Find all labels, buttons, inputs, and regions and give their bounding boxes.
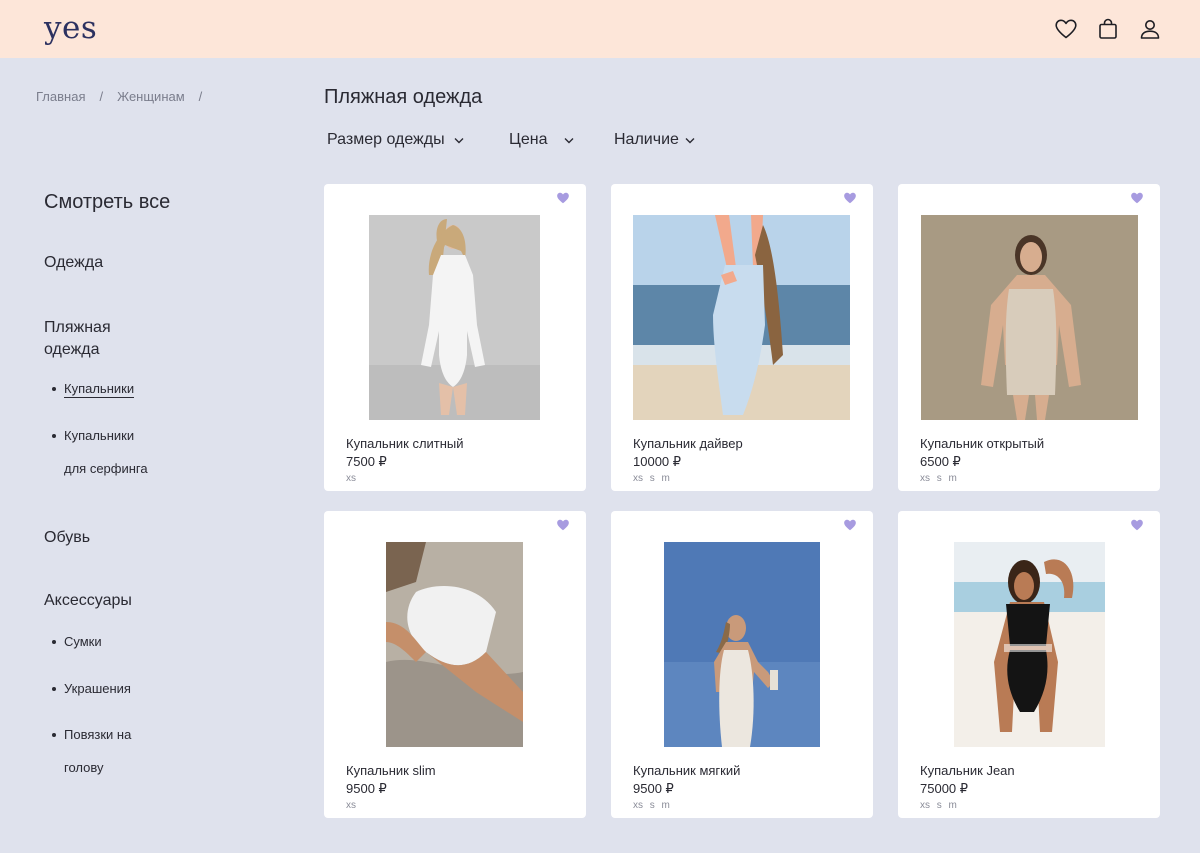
sidebar-subitem-headbands[interactable]: Повязки на голову [52,718,131,784]
sidebar-subitem-surf-line2: для серфинга [64,461,148,476]
product-card[interactable]: Купальник мягкий 9500 ₽ xs s m [611,511,873,818]
sidebar-item-beachwear-line2: одежда [44,341,100,358]
product-card[interactable]: Купальник Jean 75000 ₽ xs s m [898,511,1160,818]
sidebar-subitem-jewelry-label: Украшения [64,681,131,696]
favorite-heart-icon[interactable] [1130,191,1144,205]
product-price: 7500 ₽ [346,454,387,469]
product-photo[interactable] [664,542,820,747]
favorite-heart-icon[interactable] [843,191,857,205]
sidebar-item-beachwear[interactable]: Пляжная одежда [44,317,111,361]
product-name[interactable]: Купальник открытый [920,436,1044,451]
filter-price-label: Цена [509,131,548,148]
product-price: 9500 ₽ [346,781,387,796]
product-card[interactable]: Купальник открытый 6500 ₽ xs s m [898,184,1160,491]
product-photo[interactable] [369,215,540,420]
sidebar-subitem-surf-swimsuits[interactable]: Купальники для серфинга [52,419,148,485]
sidebar-subitem-bags[interactable]: Сумки [52,625,102,658]
product-sizes: xs [346,800,356,811]
product-sizes: xs [346,473,356,484]
product-price: 6500 ₽ [920,454,961,469]
breadcrumb-women[interactable]: Женщинам [117,89,185,104]
sidebar-item-view-all[interactable]: Смотреть все [44,191,170,214]
filter-availability[interactable]: Наличие [614,131,695,149]
filter-price[interactable]: Цена [509,131,614,149]
product-card[interactable]: Купальник дайвер 10000 ₽ xs s m [611,184,873,491]
product-photo[interactable] [633,215,850,420]
product-sizes: xs s m [633,800,670,811]
breadcrumb: Главная / Женщинам / [36,89,216,104]
product-sizes: xs s m [920,800,957,811]
user-icon[interactable] [1138,17,1162,41]
sidebar-item-accessories[interactable]: Аксессуары [44,592,132,610]
product-sizes: xs s m [633,473,670,484]
breadcrumb-separator: / [198,89,203,104]
product-card[interactable]: Купальник slim 9500 ₽ xs [324,511,586,818]
product-sizes: xs s m [920,473,957,484]
sidebar-item-shoes[interactable]: Обувь [44,529,90,547]
breadcrumb-home[interactable]: Главная [36,89,85,104]
chevron-down-icon [685,137,695,143]
bag-icon[interactable] [1096,17,1120,41]
logo[interactable]: yes [44,10,97,46]
product-price: 9500 ₽ [633,781,674,796]
bullet [52,387,56,391]
heart-icon[interactable] [1054,17,1078,41]
sidebar-subitem-surf-line1: Купальники [64,428,135,443]
sidebar-subitem-headbands-line2: голову [64,760,104,775]
filter-size[interactable]: Размер одежды [327,131,509,149]
bullet [52,687,56,691]
product-photo[interactable] [386,542,523,747]
favorite-heart-icon[interactable] [1130,518,1144,532]
product-photo[interactable] [954,542,1105,747]
sidebar-item-clothes[interactable]: Одежда [44,254,103,272]
favorite-heart-icon[interactable] [556,191,570,205]
top-header: yes [0,0,1200,58]
filter-bar: Размер одежды Цена Наличие [327,131,695,149]
product-name[interactable]: Купальник слитный [346,436,464,451]
bullet [52,733,56,737]
sidebar-subitem-bags-label: Сумки [64,634,102,649]
product-name[interactable]: Купальник мягкий [633,763,740,778]
breadcrumb-separator: / [99,89,104,104]
favorite-heart-icon[interactable] [556,518,570,532]
product-photo[interactable] [921,215,1138,420]
product-card[interactable]: Купальник слитный 7500 ₽ xs [324,184,586,491]
sidebar-subitem-swimsuits[interactable]: Купальники [52,372,135,405]
product-price: 75000 ₽ [920,781,969,796]
bullet [52,434,56,438]
product-price: 10000 ₽ [633,454,682,469]
chevron-down-icon [454,137,464,143]
sidebar-item-beachwear-line1: Пляжная [44,319,111,336]
sidebar-subitem-jewelry[interactable]: Украшения [52,672,131,705]
sidebar-subitem-swimsuits-label: Купальники [64,381,135,398]
filter-size-label: Размер одежды [327,131,445,148]
filter-availability-label: Наличие [614,131,679,148]
product-name[interactable]: Купальник slim [346,763,436,778]
product-name[interactable]: Купальник Jean [920,763,1015,778]
bullet [52,640,56,644]
page-title: Пляжная одежда [324,86,483,108]
sidebar-subitem-headbands-line1: Повязки на [64,727,132,742]
product-name[interactable]: Купальник дайвер [633,436,743,451]
chevron-down-icon [564,137,574,143]
favorite-heart-icon[interactable] [843,518,857,532]
